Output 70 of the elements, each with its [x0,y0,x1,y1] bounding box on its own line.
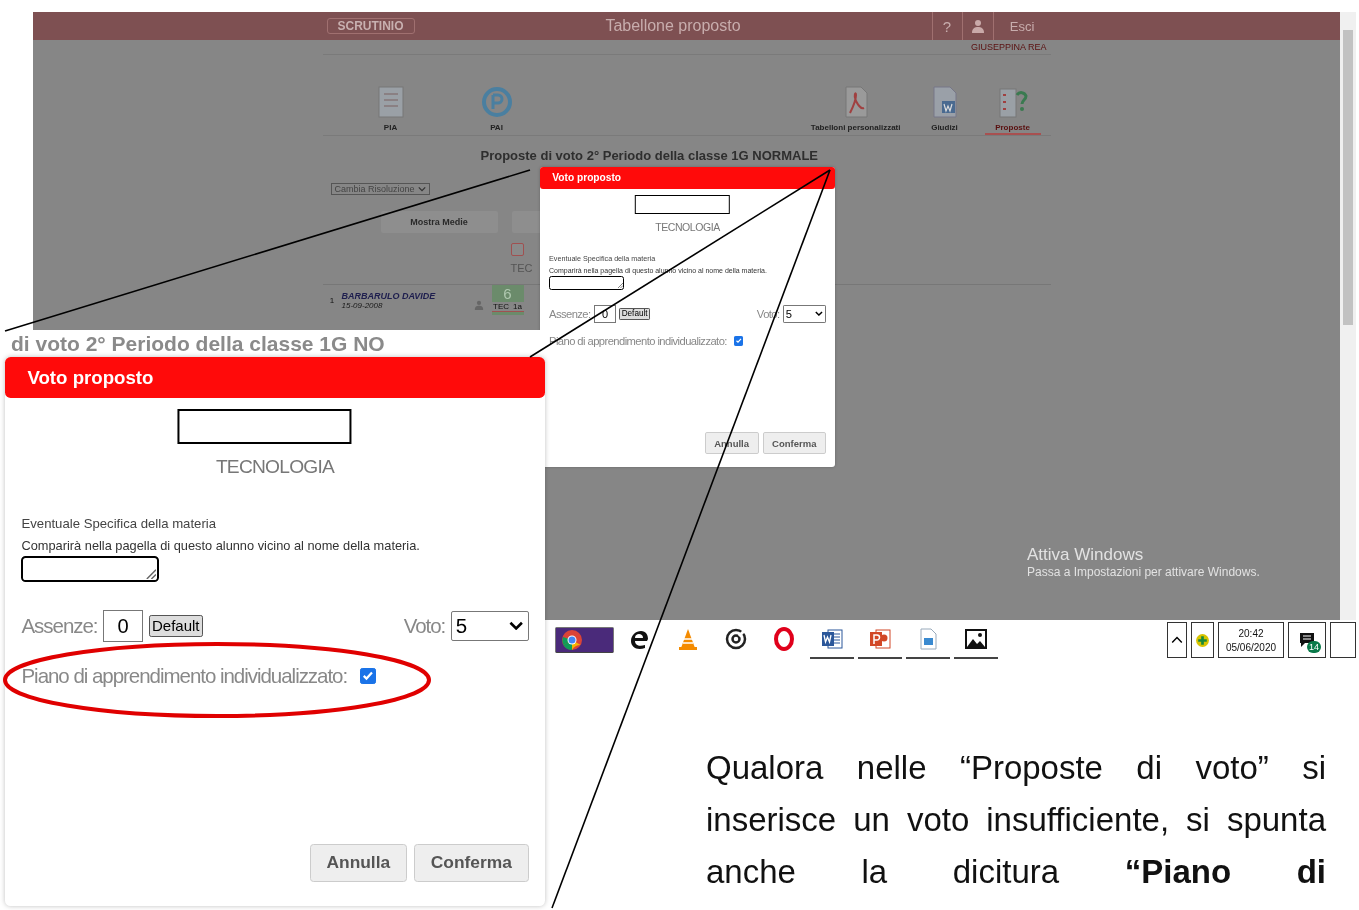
user-name: GIUSEPPINA REA [322,40,1051,55]
voto-select[interactable]: 5 [782,304,826,323]
piano-checkbox[interactable] [733,336,744,346]
taskbar-app[interactable] [555,627,615,653]
column-checkbox[interactable] [510,243,524,256]
cancel-button[interactable]: Annulla [309,843,407,883]
notification-count: 14 [1307,641,1321,653]
p-arrows-icon [481,85,512,119]
toolbar-button[interactable]: Giudizi [916,85,973,135]
piano-label: Piano di apprendimento individualizzato: [21,663,348,688]
activation-text: Passa a Impostazioni per attivare Windows. [1027,565,1260,579]
user-icon [970,19,985,33]
page-title: Tabellone proposto [604,17,742,35]
confirm-button[interactable]: Conferma [414,843,529,883]
disc-icon [724,627,749,651]
chevron-down-icon [509,621,524,631]
subject-name: TECNOLOGIA [215,455,335,478]
specifica-field[interactable] [549,275,624,290]
assenze-field[interactable]: 0 [103,609,144,642]
resize-grip-icon[interactable] [145,568,157,580]
default-button[interactable]: Default [619,307,650,321]
grade-cell[interactable]: 6 TEC 1a [491,285,524,315]
tray-app[interactable] [1191,622,1214,658]
person-icon [473,300,484,310]
chevron-down-icon [417,186,426,192]
birth-date: 15-09-2008 [341,300,384,310]
tricolor-circle-icon [559,628,584,652]
toolbar-button[interactable]: PIA [362,85,419,135]
toolbar-button[interactable]: Proposte [984,85,1041,135]
activation-title: Attiva Windows [1027,545,1145,565]
specifica-field[interactable] [21,556,160,583]
assenze-label: Assenze: [21,613,98,638]
piano-checkbox[interactable] [359,668,376,684]
mountain-picture-icon [964,627,989,651]
p-document-icon [868,627,893,651]
show-desktop-button[interactable] [1330,622,1356,658]
dialog-title: Voto proposto [5,357,545,399]
tray-expand-button[interactable] [1167,622,1187,658]
list-sheet-icon [375,85,406,119]
ring-icon [772,627,797,651]
show-averages-button[interactable]: Mostra Medie [380,211,498,233]
numbered-list-question-icon [997,85,1028,119]
toolbar-button[interactable]: Tabelloni personalizzati [806,85,905,135]
student-name: BARBARULO DAVIDE [341,290,437,301]
confirm-button[interactable]: Conferma [762,432,826,454]
help-button[interactable]: ? [931,12,962,40]
plus-circle-icon [1195,632,1210,648]
class-heading: di voto 2° Periodo della classe 1G NO [10,331,386,357]
scrollbar-thumb[interactable] [1343,30,1353,325]
dialog-title: Voto proposto [540,167,835,190]
subject-name: TECNOLOGIA [655,220,720,233]
notifications-button[interactable]: 14 [1288,622,1326,658]
app-logo: SCRUTINIO [326,18,415,34]
default-button[interactable]: Default [148,614,203,637]
explanation-paragraph: Qualora nelle “Proposte di voto” si inserisce un voto insufficiente, si spunta anche la dicitura “Piano di [706,748,1326,892]
chevron-down-icon [814,311,823,317]
toolbar-button[interactable]: PAI [468,85,525,135]
taskbar-clock[interactable]: 20:42 05/06/2020 [1218,622,1284,658]
row-number: 1 [328,295,336,305]
w-document-icon [820,627,845,651]
voto-label: Voto: [403,613,446,638]
specifica-hint: Comparirà nella pagella di questo alunno vicino al nome della materia. [21,537,421,553]
scrollbar[interactable] [1340,12,1356,620]
class-heading: Proposte di voto 2° Periodo della classe 1G NORMALE [480,148,818,164]
caret-up-icon [1171,636,1183,644]
voto-select[interactable]: 5 [450,610,529,642]
toolbar-button[interactable] [511,211,542,233]
assenze-label: Assenze: [549,307,591,320]
resize-grip-icon[interactable] [616,282,623,289]
specifica-label: Eventuale Specifica della materia [21,516,217,532]
